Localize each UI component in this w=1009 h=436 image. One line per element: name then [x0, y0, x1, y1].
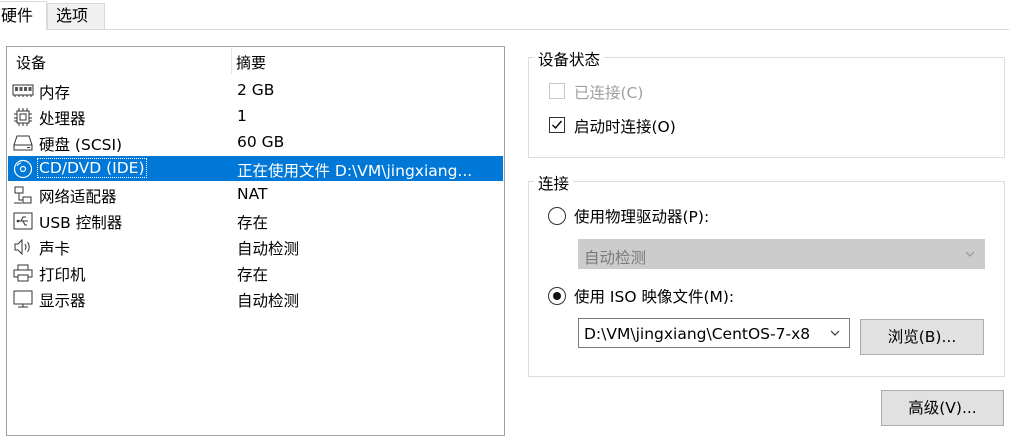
usb-icon [12, 211, 34, 231]
hard-disk-icon [12, 133, 34, 153]
connection-title: 连接 [534, 172, 574, 194]
tab-options[interactable]: 选项 [47, 3, 105, 29]
device-name: USB 控制器 [39, 214, 123, 232]
column-header-device[interactable]: 设备 [16, 52, 46, 73]
physical-drive-radio[interactable] [548, 207, 566, 225]
device-summary: 1 [237, 107, 247, 125]
processor-icon [12, 107, 34, 127]
device-status-title: 设备状态 [534, 48, 605, 70]
device-name: 网络适配器 [39, 188, 117, 206]
connected-label[interactable]: 已连接(C) [574, 81, 643, 103]
device-row-printer[interactable]: 打印机 存在 [8, 260, 503, 285]
tab-hardware[interactable]: 硬件 [0, 1, 47, 30]
device-summary: 存在 [237, 214, 269, 232]
device-row-sound-card[interactable]: 声卡 自动检测 [8, 234, 503, 259]
device-name: CD/DVD (IDE) [37, 158, 147, 178]
device-row-usb-controller[interactable]: USB 控制器 存在 [8, 208, 503, 233]
iso-image-label[interactable]: 使用 ISO 映像文件(M): [574, 285, 734, 307]
display-icon [12, 289, 34, 309]
device-name: 硬盘 (SCSI) [39, 136, 123, 154]
iso-path-value: D:\VM\jingxiang\CentOS-7-x8 [584, 325, 811, 343]
physical-drive-dropdown[interactable]: 自动检测 [578, 239, 985, 269]
device-row-hard-disk[interactable]: 硬盘 (SCSI) 60 GB [8, 130, 503, 155]
device-name: 打印机 [39, 266, 86, 284]
device-summary: NAT [237, 185, 268, 203]
physical-drive-label[interactable]: 使用物理驱动器(P): [574, 205, 709, 227]
connected-checkbox[interactable] [549, 83, 565, 99]
chevron-down-icon[interactable] [829, 327, 841, 339]
chevron-down-icon [965, 251, 975, 257]
memory-icon [12, 81, 34, 101]
device-row-processor[interactable]: 处理器 1 [8, 104, 503, 129]
connect-at-power-on-checkbox[interactable] [549, 117, 565, 133]
network-adapter-icon [12, 185, 34, 205]
iso-path-combobox[interactable]: D:\VM\jingxiang\CentOS-7-x8 [578, 318, 850, 348]
device-name: 处理器 [39, 110, 86, 128]
device-summary: 存在 [237, 266, 269, 284]
device-row-display[interactable]: 显示器 自动检测 [8, 286, 503, 311]
sound-card-icon [12, 237, 34, 257]
device-status-group [528, 57, 1005, 158]
device-summary: 自动检测 [237, 240, 300, 258]
iso-image-radio[interactable] [548, 287, 566, 305]
browse-button[interactable]: 浏览(B)... [860, 319, 984, 355]
device-name: 声卡 [39, 240, 71, 258]
device-summary: 60 GB [237, 133, 285, 151]
radio-selected-dot [553, 292, 561, 300]
checkmark-icon [552, 120, 563, 130]
device-summary: 自动检测 [237, 292, 300, 310]
cd-dvd-icon [12, 159, 34, 179]
device-name: 显示器 [39, 292, 86, 310]
device-name: 内存 [39, 84, 71, 102]
physical-drive-dropdown-value: 自动检测 [584, 249, 647, 267]
device-list-header: 设备 摘要 [7, 47, 504, 75]
advanced-button[interactable]: 高级(V)... [881, 390, 1004, 426]
device-row-network-adapter[interactable]: 网络适配器 NAT [8, 182, 503, 207]
tab-strip-divider [0, 29, 1009, 30]
connect-at-power-on-label[interactable]: 启动时连接(O) [574, 115, 676, 137]
device-row-cd-dvd[interactable]: CD/DVD (IDE) 正在使用文件 D:\VM\jingxiang... [8, 156, 503, 181]
printer-icon [12, 263, 34, 283]
device-list[interactable]: 设备 摘要 内存 2 GB 处理器 1 硬盘 (SCSI) 60 GB CD/D… [6, 46, 505, 436]
column-header-summary[interactable]: 摘要 [236, 52, 266, 73]
device-row-memory[interactable]: 内存 2 GB [8, 78, 503, 103]
tab-strip: 硬件 选项 [0, 0, 1009, 30]
device-summary: 2 GB [237, 81, 275, 99]
column-separator[interactable] [231, 48, 232, 74]
device-summary: 正在使用文件 D:\VM\jingxiang... [237, 162, 473, 180]
